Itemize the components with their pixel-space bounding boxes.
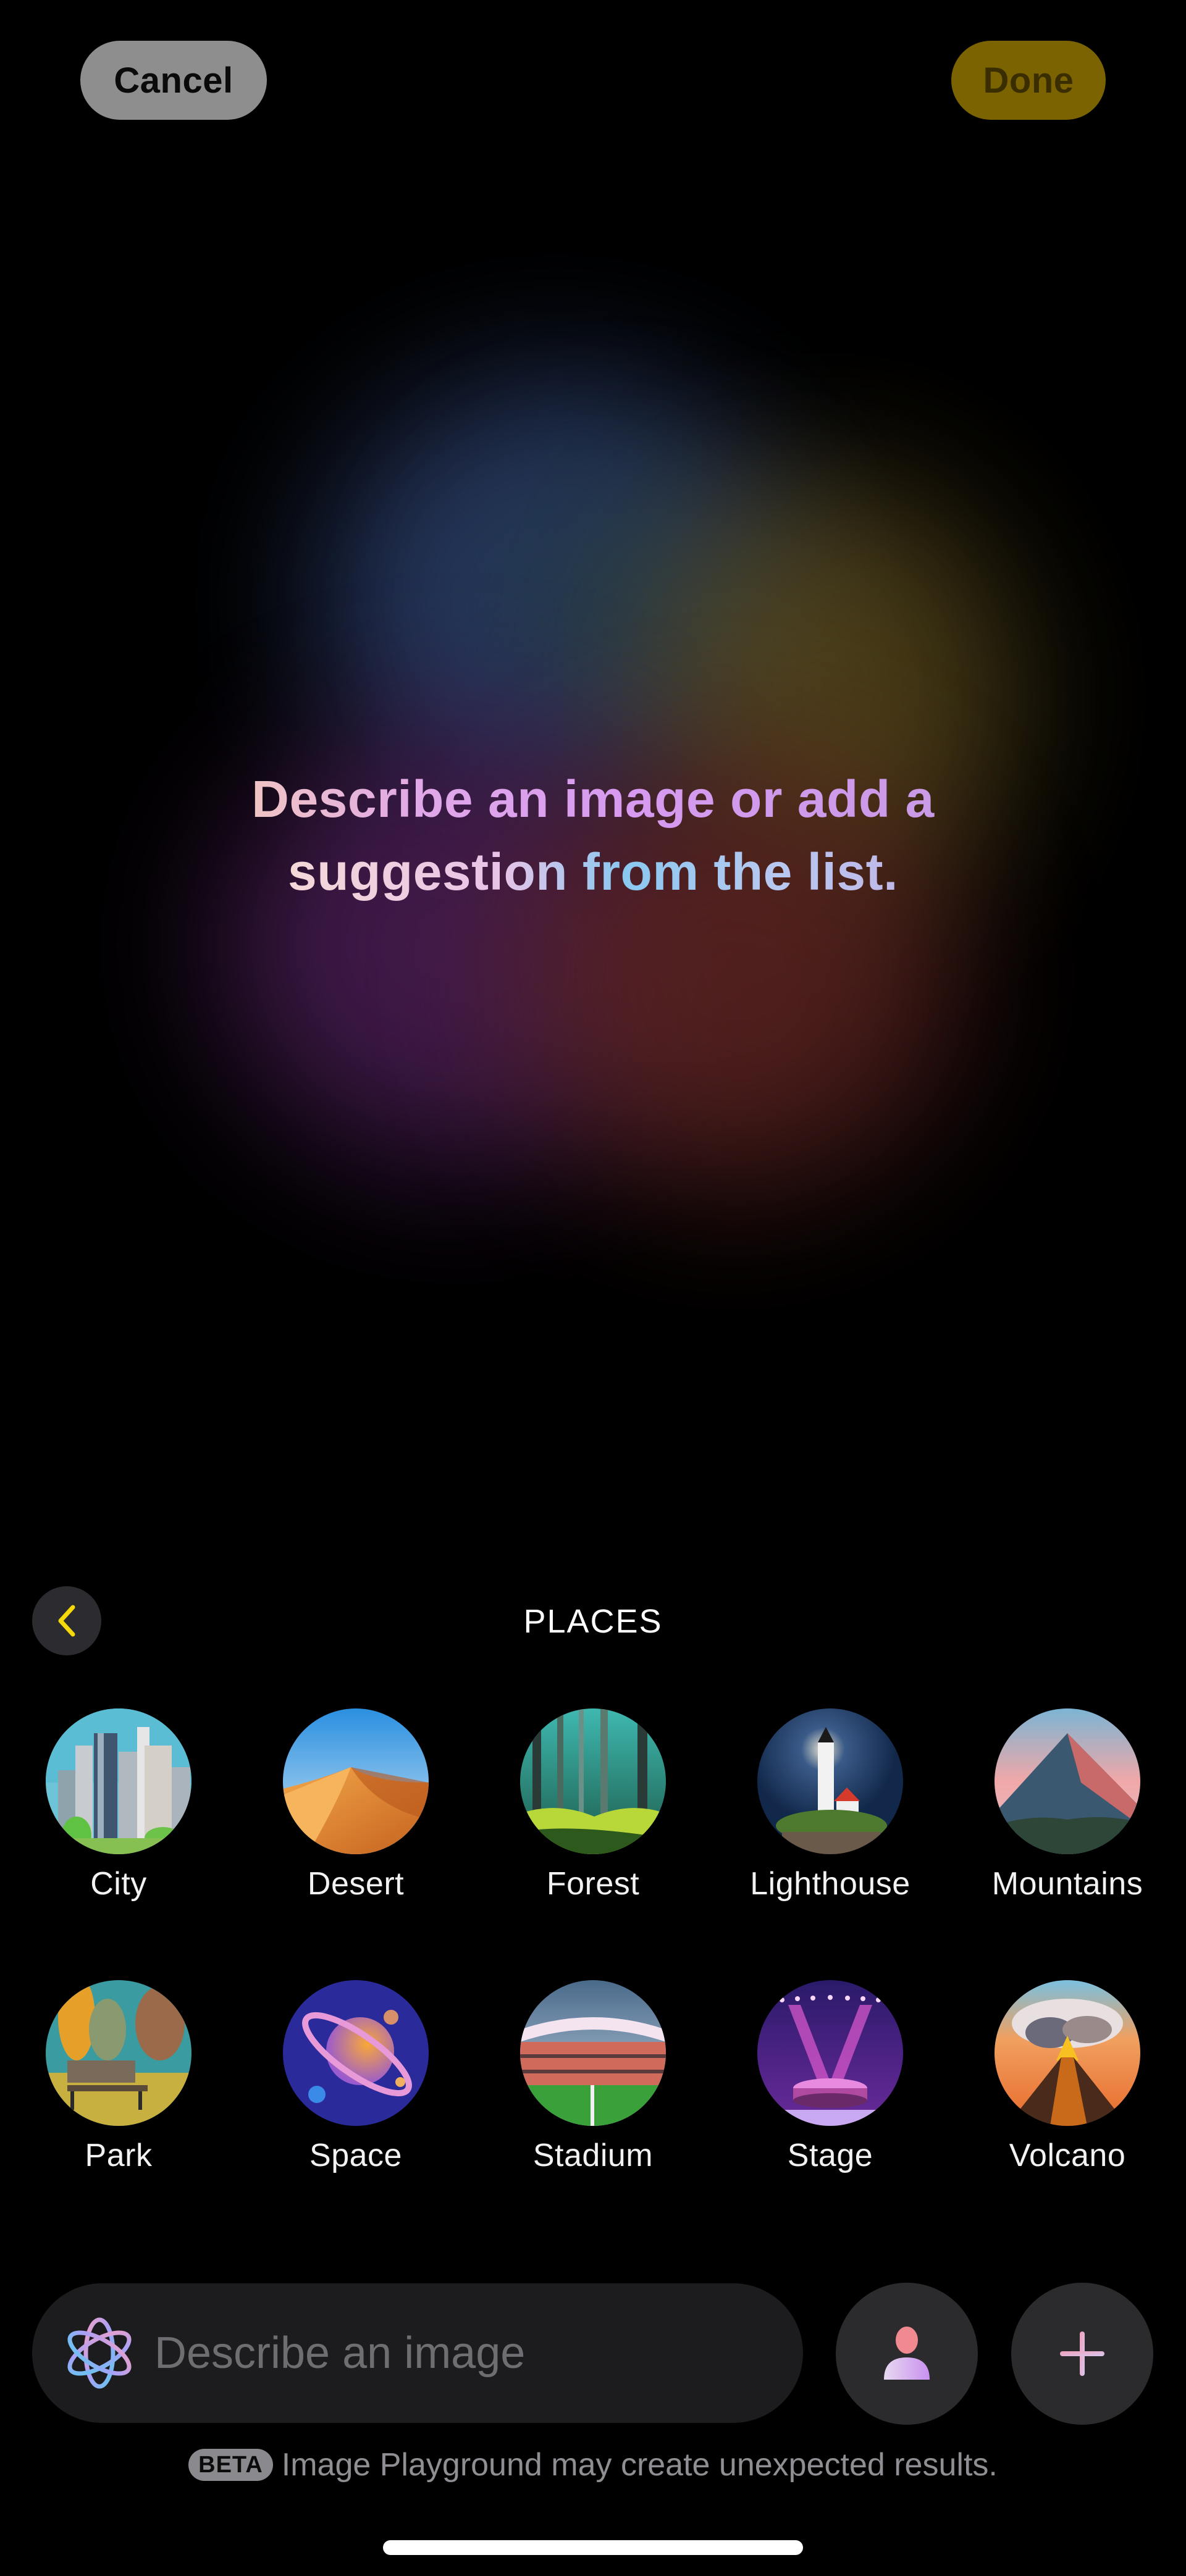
stage-thumbnail <box>757 1980 903 2126</box>
suggestion-forest[interactable]: Forest <box>500 1708 686 1902</box>
suggestion-label: Stadium <box>532 2138 654 2173</box>
suggestion-label: City <box>90 1866 147 1902</box>
space-thumbnail <box>283 1980 429 2126</box>
prompt-field[interactable] <box>32 2283 803 2423</box>
city-thumbnail <box>46 1708 191 1854</box>
desert-thumbnail <box>283 1708 429 1854</box>
suggestion-label: Park <box>85 2138 153 2173</box>
suggestion-volcano[interactable]: Volcano <box>975 1980 1160 2174</box>
cancel-button[interactable]: Cancel <box>80 41 267 120</box>
empty-state-line-1: Describe an image or add a <box>251 770 935 828</box>
park-thumbnail <box>46 1980 191 2126</box>
suggestion-label: Forest <box>546 1866 640 1902</box>
suggestion-label: Volcano <box>1009 2138 1126 2173</box>
suggestion-label: Mountains <box>991 1866 1143 1902</box>
suggestion-city[interactable]: City <box>26 1708 211 1902</box>
stadium-thumbnail <box>520 1980 666 2126</box>
suggestion-lighthouse[interactable]: Lighthouse <box>738 1708 923 1902</box>
home-indicator[interactable] <box>383 2540 803 2555</box>
mountains-thumbnail <box>995 1708 1140 1854</box>
beta-badge: BETA <box>188 2449 273 2481</box>
category-title: PLACES <box>523 1603 663 1640</box>
suggestion-label: Space <box>309 2138 402 2173</box>
add-button[interactable] <box>1011 2283 1153 2425</box>
prompt-input[interactable] <box>153 2315 761 2391</box>
suggestion-label: Lighthouse <box>750 1866 911 1902</box>
forest-thumbnail <box>520 1708 666 1854</box>
add-person-button[interactable] <box>836 2283 978 2425</box>
lighthouse-thumbnail <box>757 1708 903 1854</box>
empty-state-message: Describe an image or add a suggestion fr… <box>0 763 1186 908</box>
done-button[interactable]: Done <box>951 41 1106 120</box>
suggestion-space[interactable]: Space <box>263 1980 448 2174</box>
image-playground-icon <box>67 2317 132 2389</box>
suggestion-desert[interactable]: Desert <box>263 1708 448 1902</box>
suggestion-park[interactable]: Park <box>26 1980 211 2174</box>
disclaimer-text: Image Playground may create unexpected r… <box>281 2447 998 2483</box>
suggestion-stadium[interactable]: Stadium <box>500 1980 686 2174</box>
volcano-thumbnail <box>995 1980 1140 2126</box>
plus-icon <box>1060 2331 1104 2376</box>
empty-state-line-2: suggestion from the list. <box>288 843 898 901</box>
person-icon <box>884 2327 930 2380</box>
suggestion-mountains[interactable]: Mountains <box>975 1708 1160 1902</box>
suggestion-label: Stage <box>787 2138 873 2173</box>
suggestion-stage[interactable]: Stage <box>738 1980 923 2174</box>
suggestion-label: Desert <box>307 1866 405 1902</box>
disclaimer: BETA Image Playground may create unexpec… <box>0 2446 1186 2483</box>
